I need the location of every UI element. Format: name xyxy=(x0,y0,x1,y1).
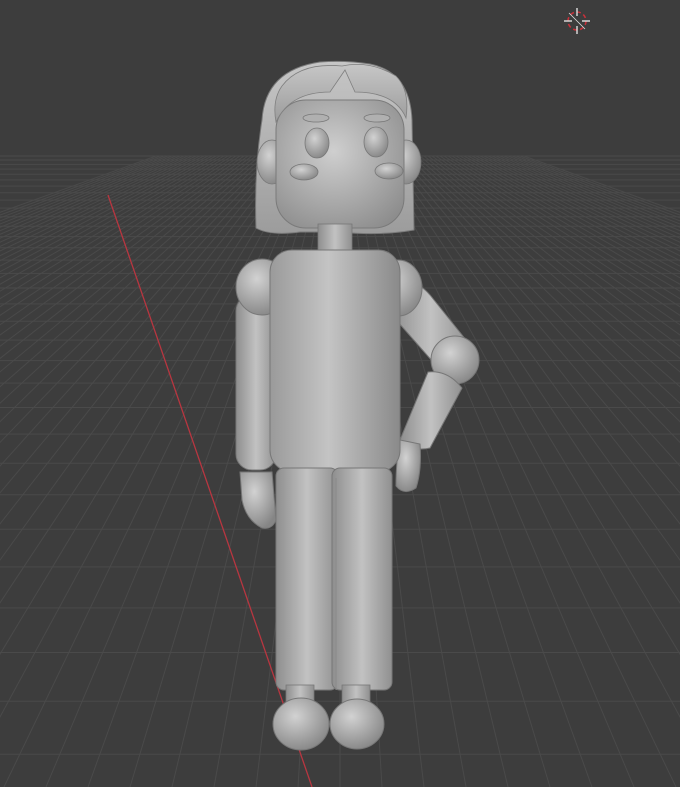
grid-line xyxy=(471,155,680,262)
right-eye xyxy=(363,126,389,158)
grid-line xyxy=(375,155,680,718)
grid-line xyxy=(451,155,680,292)
right-foot xyxy=(329,698,385,750)
right-leg xyxy=(331,467,393,691)
grid-line xyxy=(0,155,233,300)
grid-line xyxy=(395,155,680,494)
grid-line xyxy=(431,155,680,336)
grid-line xyxy=(399,155,680,467)
grid-line xyxy=(0,155,181,232)
3d-cursor-icon[interactable] xyxy=(564,8,590,34)
grid-line xyxy=(0,155,189,239)
grid-line xyxy=(515,155,680,219)
grid-line xyxy=(455,155,680,285)
grid-line xyxy=(447,155,680,300)
left-foot xyxy=(272,697,330,751)
grid-line xyxy=(391,155,680,525)
grid-line xyxy=(379,155,680,656)
left-eyebrow xyxy=(302,113,330,123)
left-cheek xyxy=(289,163,319,181)
grid-line xyxy=(0,155,213,267)
grid-line xyxy=(383,155,680,604)
right-eyebrow xyxy=(363,113,391,123)
left-eye xyxy=(304,127,330,159)
grid-line xyxy=(0,155,165,219)
grid-line xyxy=(0,155,225,285)
grid-line xyxy=(511,155,680,222)
3d-viewport[interactable] xyxy=(0,0,680,787)
grid-line xyxy=(491,155,680,239)
left-leg xyxy=(275,467,339,691)
left-hand xyxy=(239,471,277,529)
grid-line xyxy=(0,155,169,222)
grid-line xyxy=(0,155,229,292)
grid-line xyxy=(0,155,281,467)
grid-line xyxy=(0,155,209,262)
viewport-canvas[interactable] xyxy=(0,0,680,787)
torso xyxy=(269,249,401,473)
grid-line xyxy=(467,155,680,267)
right-cheek xyxy=(374,162,404,180)
grid-line xyxy=(499,155,680,232)
grid-line xyxy=(0,155,237,308)
grid-line xyxy=(0,155,249,336)
grid-line xyxy=(443,155,680,308)
